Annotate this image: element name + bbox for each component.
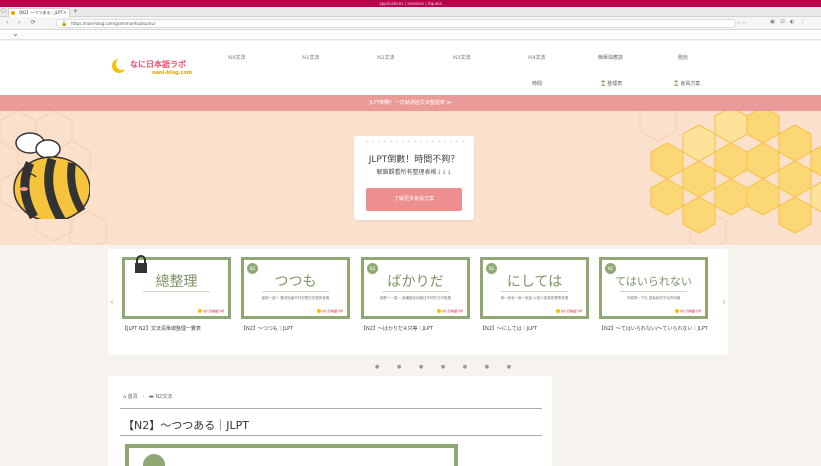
site-logo[interactable]: なに日本語ラボ nani-blog.com	[112, 57, 222, 85]
folder-icon: ▬	[148, 394, 154, 400]
nav-item-n3[interactable]: N3文法	[453, 54, 471, 61]
promo-card: JLPT倒數！時間不夠？ 解鎖觀看所有整理表格↓↓↓ 了解更多會員方案	[354, 136, 474, 220]
lock-icon: 🔒	[61, 21, 68, 27]
nav-item-membership-label: 會員方案	[680, 81, 701, 87]
nav-item-n4[interactable]: N4文法	[528, 54, 546, 61]
carousel-card[interactable]: N2 てはいられない 不能再～下去 因為狀況不允許持續 なに日本語ラボ 【N2】…	[599, 257, 708, 333]
os-top-bar-text: applications | sessions | Aqueia	[379, 1, 442, 6]
chevron-down-icon[interactable]: ⌄	[12, 29, 19, 38]
card-big-text: てはいられない	[615, 275, 692, 288]
card-small-text: 趨勢一起～ 雖然知道不好但是仍在做的事情	[261, 296, 330, 300]
nav-item-compare[interactable]: 簡單與應該	[598, 54, 623, 61]
card-small-text: 就～而言～就～來說 以某人某事的標準來看	[500, 296, 569, 300]
carousel-next-icon[interactable]: ›	[722, 297, 726, 308]
hero-banner: JLPT倒數！時間不夠？ 解鎖觀看所有整理表格↓↓↓ 了解更多會員方案	[0, 111, 821, 245]
card-divider	[143, 291, 210, 292]
card-small-text: 不能再～下去 因為狀況不允許持續	[626, 296, 681, 300]
card-thumbnail[interactable]: N2 にしては 就～而言～就～來說 以某人某事的標準來看 なに日本語ラボ	[480, 257, 589, 319]
card-mini-logo: なに日本語ラボ	[317, 309, 343, 313]
nav-item-tables-label: 整理表	[607, 81, 623, 87]
carousel-card[interactable]: N2 にしては 就～而言～就～來說 以某人某事的標準來看 なに日本語ラボ 【N2…	[480, 257, 589, 333]
card-thumbnail[interactable]: N2 ばかりだ 越發～一直～ 某種變化持續往不好的方向發展 なに日本語ラボ	[361, 257, 470, 319]
url-text: https://nani-blog.com/grammar/tsutsuaru/	[71, 21, 156, 26]
card-caption[interactable]: 【JLPT N2】文法清單總整理一覽表	[122, 325, 231, 333]
tab-menu-icon[interactable]: ▢	[1, 8, 6, 14]
nav-item-n1[interactable]: N1文法	[302, 54, 320, 61]
nav-item-membership[interactable]: ⌛會員方案	[673, 80, 700, 87]
card-mini-logo: なに日本語ラボ	[198, 309, 224, 313]
nav-item-time[interactable]: 時間	[532, 80, 542, 87]
breadcrumb-category[interactable]: N2文法	[155, 394, 172, 400]
card-divider	[382, 291, 449, 292]
hourglass-icon: ⌛	[600, 81, 607, 87]
site-header: なに日本語ラボ nani-blog.com N0文法 N1文法 N2文法 N3文…	[0, 41, 821, 95]
card-caption[interactable]: 【N2】～にしては｜JLPT	[480, 325, 589, 333]
nav-buttons[interactable]: ‹ › ⟳	[6, 19, 40, 26]
carousel-card[interactable]: N2 つつも 趨勢一起～ 雖然知道不好但是仍在做的事情 なに日本語ラボ 【N2】…	[241, 257, 350, 333]
card-thumbnail[interactable]: N2 てはいられない 不能再～下去 因為狀況不允許持續 なに日本語ラボ	[599, 257, 708, 319]
promo-subtitle: 解鎖觀看所有整理表格↓↓↓	[376, 169, 452, 176]
promo-title: JLPT倒數！時間不夠？	[368, 155, 460, 165]
breadcrumb-home[interactable]: 首頁	[128, 394, 138, 400]
logo-text-en: nani-blog.com	[152, 70, 193, 76]
bee-mascot-icon	[13, 132, 90, 219]
article-card: ⌂ 首頁 › ▬ N2文法 【N2】～つつある｜JLPT	[108, 376, 552, 466]
nav-item-n2[interactable]: N2文法	[377, 54, 395, 61]
address-bar[interactable]: 🔒 https://nani-blog.com/grammar/tsutsuar…	[56, 19, 736, 28]
nav-item-extra[interactable]: 題玩	[678, 54, 688, 61]
notebook-holes	[364, 140, 464, 143]
browser-tab[interactable]: 【N2】～つつある｜JLPT ×	[8, 8, 70, 17]
card-caption[interactable]: 【N2】～つつも｜JLPT	[241, 325, 350, 333]
card-small-text: 越發～一直～ 某種變化持續往不好的方向發展	[379, 296, 452, 300]
nav-item-n0[interactable]: N0文法	[228, 54, 246, 61]
tab-title: 【N2】～つつある｜JLPT	[17, 10, 63, 15]
bookmark-icons[interactable]: ☆ ☆	[737, 20, 745, 25]
carousel-card[interactable]: N2 ばかりだ 越發～一直～ 某種變化持續往不好的方向發展 なに日本語ラボ 【N…	[361, 257, 470, 333]
carousel-card[interactable]: 總整理 なに日本語ラボ 【JLPT N2】文法清單總整理一覽表	[122, 255, 231, 333]
card-divider	[501, 291, 568, 292]
card-big-text: ばかりだ	[387, 274, 444, 290]
browser-toolbar: ‹ › ⟳ 🔒 https://nani-blog.com/grammar/ts…	[0, 17, 821, 30]
browser-tab-bar: ▢ 【N2】～つつある｜JLPT × +	[0, 7, 821, 17]
card-divider	[620, 291, 687, 292]
nav-item-tables[interactable]: ⌛整理表	[600, 80, 622, 87]
title-bottom-rule	[120, 435, 542, 436]
announcement-bar[interactable]: JLPT倒數！一次就通過文法整理表 ≫	[0, 95, 821, 111]
card-caption[interactable]: 【N2】～てはいられない/～ていられない｜JLPT	[599, 325, 708, 333]
carousel-pagination[interactable]: ● ● ● ● ● ● ●	[375, 364, 519, 370]
tab-close-icon[interactable]: ×	[63, 9, 67, 17]
card-divider	[262, 291, 329, 292]
breadcrumb-separator: ›	[142, 394, 145, 400]
card-big-text: にしては	[506, 274, 563, 290]
browser-sub-strip: ⌄	[0, 29, 821, 40]
card-mini-logo: なに日本語ラボ	[556, 309, 582, 313]
logo-text-jp: なに日本語ラボ	[130, 60, 186, 69]
hourglass-icon: ⌛	[673, 81, 680, 87]
card-caption[interactable]: 【N2】～ばかりだ④只等｜JLPT	[361, 325, 470, 333]
card-thumbnail[interactable]: N2 つつも 趨勢一起～ 雖然知道不好但是仍在做的事情 なに日本語ラボ	[241, 257, 350, 319]
moon-logo-icon	[112, 58, 128, 73]
card-thumbnail[interactable]: 總整理 なに日本語ラボ	[122, 255, 231, 319]
article-title: 【N2】～つつある｜JLPT	[123, 419, 249, 432]
favicon-icon	[11, 11, 15, 15]
browser-tool-icons[interactable]: ▣ ⊡ ◐ ⋮	[770, 19, 807, 25]
level-badge	[143, 454, 165, 466]
membership-button[interactable]: 了解更多會員方案	[366, 188, 462, 211]
related-posts-carousel: ‹ › 總整理 なに日本語ラボ 【JLPT N2】文法清單總整理一覽表 N2 つ…	[108, 249, 728, 355]
new-tab-button[interactable]: +	[73, 8, 78, 16]
card-big-text: つつも	[274, 274, 317, 290]
card-mini-logo: なに日本語ラボ	[675, 309, 701, 313]
article-thumbnail	[125, 444, 458, 466]
card-mini-logo: なに日本語ラボ	[437, 309, 463, 313]
breadcrumb: ⌂ 首頁 › ▬ N2文法	[123, 393, 172, 400]
os-top-bar: applications | sessions | Aqueia	[0, 0, 821, 7]
title-top-rule	[120, 408, 542, 409]
home-icon: ⌂	[123, 394, 127, 400]
card-big-text: 總整理	[155, 274, 198, 290]
carousel-prev-icon[interactable]: ‹	[110, 297, 114, 308]
